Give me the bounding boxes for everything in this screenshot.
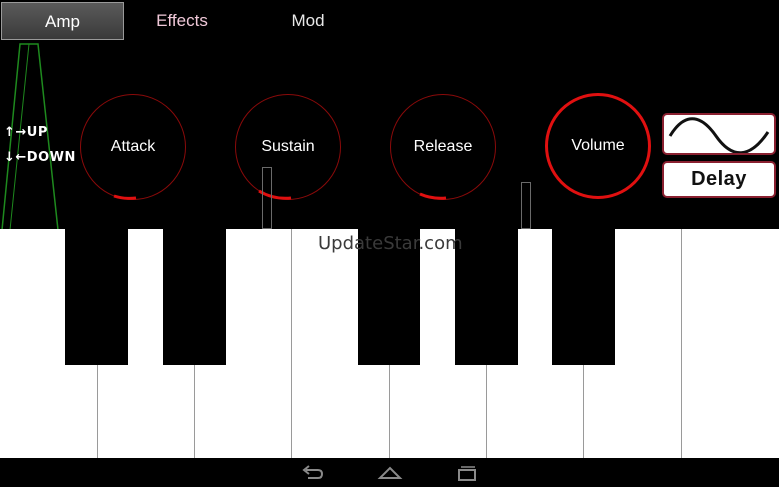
black-key[interactable]: [163, 229, 226, 365]
sustain-label: Sustain: [261, 138, 315, 155]
volume-slider-frame: [521, 182, 531, 229]
sustain-slider-frame: [262, 167, 272, 229]
attack-label: Attack: [110, 138, 156, 155]
attack-knob[interactable]: Attack: [80, 94, 186, 200]
tab-bar: Amp Effects Mod: [0, 0, 779, 42]
recent-apps-icon[interactable]: [454, 462, 480, 484]
black-key[interactable]: [455, 229, 518, 365]
piano-keyboard: [0, 229, 779, 458]
home-icon[interactable]: [377, 462, 403, 484]
tab-mod[interactable]: Mod: [250, 2, 366, 40]
release-label: Release: [413, 138, 473, 155]
black-key[interactable]: [552, 229, 615, 365]
tab-effects[interactable]: Effects: [124, 2, 240, 40]
black-key[interactable]: [65, 229, 128, 365]
volume-label: Volume: [571, 137, 625, 154]
sustain-knob[interactable]: Sustain: [235, 94, 341, 200]
waveform-button[interactable]: [662, 113, 776, 155]
watermark: UpdateStar.com: [318, 233, 463, 254]
sine-wave-icon: [668, 117, 770, 155]
tab-amp[interactable]: Amp: [1, 2, 124, 40]
white-key[interactable]: [682, 229, 779, 458]
volume-knob[interactable]: Volume: [545, 93, 651, 199]
octave-up-label: ↑→UP: [4, 125, 48, 140]
octave-down-label: ↓←DOWN: [4, 150, 76, 165]
delay-button[interactable]: Delay: [662, 161, 776, 198]
back-icon[interactable]: [300, 462, 326, 484]
navigation-bar: [0, 458, 779, 487]
release-knob[interactable]: Release: [390, 94, 496, 200]
